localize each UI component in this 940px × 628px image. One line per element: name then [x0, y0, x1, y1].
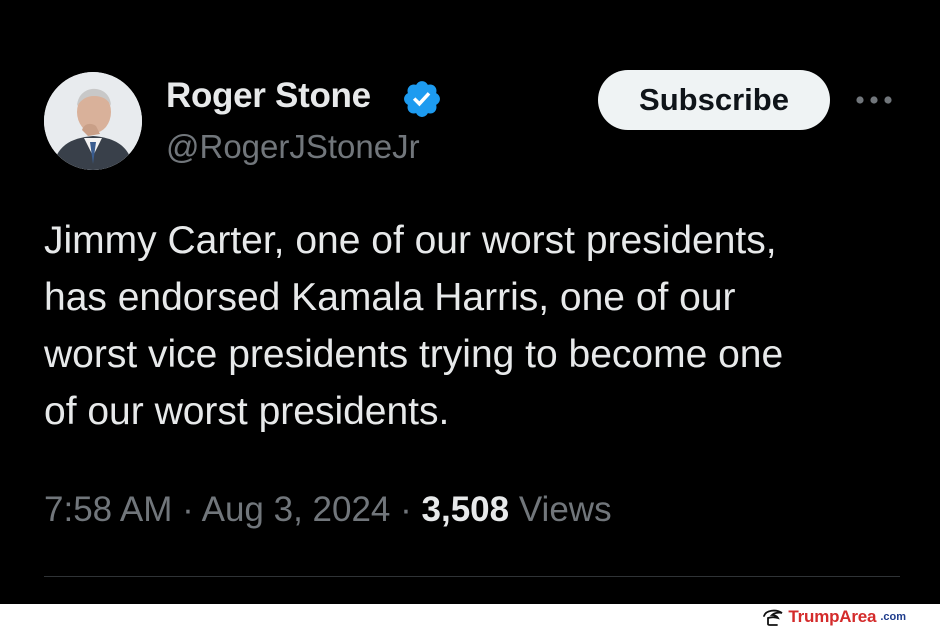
more-options-icon[interactable]	[852, 90, 896, 110]
trump-hair-logo-icon	[763, 609, 783, 626]
divider	[44, 576, 900, 577]
watermark-strip: TrumpArea .com	[0, 604, 940, 628]
watermark-suffix: .com	[880, 611, 906, 623]
meta-separator: ·	[400, 490, 412, 529]
avatar-photo	[44, 72, 142, 170]
tweet-time[interactable]: 7:58 AM	[44, 490, 172, 529]
watermark: TrumpArea .com	[762, 607, 906, 627]
tweet-date[interactable]: Aug 3, 2024	[202, 490, 391, 529]
meta-separator: ·	[182, 490, 194, 529]
author-handle[interactable]: @RogerJStoneJr	[166, 127, 420, 167]
subscribe-button[interactable]: Subscribe	[598, 70, 830, 130]
views-label: Views	[518, 490, 612, 529]
watermark-brand: TrumpArea	[788, 607, 877, 626]
tweet-card: Roger Stone @RogerJStoneJr Subscribe Jim…	[0, 0, 940, 604]
tweet-metadata: 7:58 AM · Aug 3, 2024 · 3,508 Views	[44, 488, 612, 532]
author-display-name[interactable]: Roger Stone	[166, 76, 371, 116]
views-count: 3,508	[421, 490, 510, 529]
tweet-text: Jimmy Carter, one of our worst president…	[44, 219, 784, 433]
verified-badge-icon	[404, 81, 440, 117]
author-avatar[interactable]	[44, 72, 142, 170]
